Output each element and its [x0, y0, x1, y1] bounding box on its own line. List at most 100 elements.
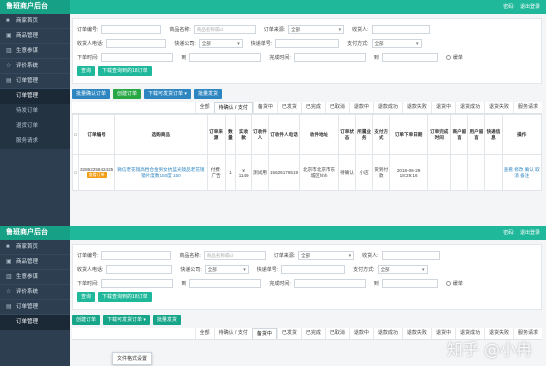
password-link[interactable]: 密码:	[503, 4, 514, 10]
col-merchant-msg: 商户留言	[450, 114, 469, 155]
express-no-label: 快递单号:	[250, 40, 273, 47]
download-shippable-button[interactable]: 下载可发货订单 ▾	[144, 89, 191, 99]
finish-time-end[interactable]	[381, 278, 438, 288]
tab-refund-failed[interactable]: 退款失败	[401, 102, 431, 113]
col-phone: 订收件人电话	[267, 114, 301, 155]
finish-time-start[interactable]	[293, 52, 366, 62]
download-query-button[interactable]: 下载查询到的18订单	[98, 292, 152, 302]
star-icon: ☆	[6, 63, 12, 69]
express-no-input[interactable]	[275, 38, 340, 48]
pay-method-select[interactable]: 全部	[371, 38, 422, 48]
sidebar-item-goods[interactable]: ▣ 商品管理	[0, 29, 70, 44]
order-no-input[interactable]	[101, 24, 162, 34]
receiver-input[interactable]	[371, 24, 430, 34]
tab-all[interactable]: 全部	[194, 328, 214, 339]
order-time-start[interactable]	[101, 52, 174, 62]
tab-returning[interactable]: 退货中	[430, 102, 455, 113]
tab-stocking[interactable]: 备货中	[251, 328, 277, 339]
main-content: 订单编号: 商品名称: 商品名称或id 订单来源: 全部 收货人: 收货人电话:…	[72, 18, 542, 191]
batch-ship-button[interactable]: 批量发货	[193, 89, 222, 99]
express-select[interactable]: 全部	[204, 264, 249, 274]
order-time-end[interactable]	[189, 278, 262, 288]
order-time-start[interactable]	[101, 278, 174, 288]
password-link[interactable]: 密码:	[503, 230, 514, 236]
tab-all[interactable]: 全部	[194, 102, 214, 113]
tab-refund-success[interactable]: 退款成功	[372, 328, 402, 339]
tab-refunding[interactable]: 退款中	[348, 328, 373, 339]
sidebar-item-label: 生意参谋	[16, 274, 39, 280]
cell-amount: ¥ 1149	[235, 154, 252, 191]
sidebar-sub-order-manage[interactable]: 订单管理	[0, 89, 70, 104]
order-time-end[interactable]	[189, 52, 262, 62]
batch-confirm-button[interactable]: 批量确认订单	[72, 89, 111, 99]
sidebar-item-home[interactable]: ■ 商家首页	[0, 240, 70, 255]
order-source-select[interactable]: 全部	[288, 24, 345, 34]
cell-goods[interactable]: 微信老花镜高档合金男女抗蓝光镜品老花镜镜片度数150度 150	[114, 154, 208, 191]
tab-pending-confirm[interactable]: 待确认 / 支付	[213, 328, 252, 339]
sidebar-sub-order-manage[interactable]: 订单管理	[0, 315, 70, 330]
tab-cancelled[interactable]: 已取消	[324, 328, 349, 339]
sidebar-item-review[interactable]: ☆ 评价系统	[0, 285, 70, 300]
query-button[interactable]: 查询	[77, 292, 96, 302]
receiver-phone-input[interactable]	[106, 264, 173, 274]
tab-refund-success[interactable]: 退款成功	[372, 102, 402, 113]
finish-time-end[interactable]	[381, 52, 438, 62]
col-amount: 实收款	[235, 114, 252, 155]
col-address: 收件地址	[299, 114, 340, 155]
top-pane: 鲁班商户后台 密码: 退出登录 ■ 商家首页 ▣ 商品管理 ▥ 生意参谋 ☆ 评价系统 …	[0, 0, 546, 226]
download-query-button[interactable]: 下载查询到的18订单	[98, 66, 152, 76]
logout-link[interactable]: 退出登录	[520, 230, 540, 236]
sidebar-sub-pending[interactable]: 待发订单	[0, 104, 70, 119]
sidebar-item-analytics[interactable]: ▥ 生意参谋	[0, 270, 70, 285]
express-select[interactable]: 全部	[198, 38, 243, 48]
query-button[interactable]: 查询	[77, 66, 96, 76]
receiver-phone-input[interactable]	[106, 38, 167, 48]
tab-cancelled[interactable]: 已取消	[324, 102, 349, 113]
create-order-button[interactable]: 创建订单	[72, 315, 101, 325]
risk-radio[interactable]	[445, 280, 451, 286]
sidebar-item-goods[interactable]: ▣ 商品管理	[0, 255, 70, 270]
order-icon: ▤	[6, 78, 12, 84]
goods-name-input[interactable]: 商品名称或id	[193, 24, 256, 34]
tab-refund-failed[interactable]: 退款失败	[401, 328, 431, 339]
pay-method-select[interactable]: 全部	[377, 264, 428, 274]
finish-time-start[interactable]	[293, 278, 366, 288]
tab-shipped[interactable]: 已发货	[276, 328, 301, 339]
file-format-settings-item[interactable]: 文件格式设置	[117, 356, 147, 362]
order-no-input[interactable]	[101, 250, 172, 260]
sidebar-item-orders[interactable]: ▤ 订单管理	[0, 74, 70, 89]
sidebar-item-orders[interactable]: ▤ 订单管理	[0, 300, 70, 315]
tab-return-success[interactable]: 退货成功	[454, 102, 484, 113]
tab-return-failed[interactable]: 退货失败	[483, 102, 513, 113]
tab-refunding[interactable]: 退款中	[348, 102, 373, 113]
order-no-label: 订单编号:	[77, 26, 99, 33]
cell-address: 北京市北京市东城区hhh	[299, 154, 340, 191]
cell-ops[interactable]: 查看 修改 确认 取消 备注	[501, 154, 542, 191]
order-time-label: 下单时间:	[77, 280, 99, 287]
tab-service[interactable]: 服务请求	[512, 102, 542, 113]
goods-icon: ▣	[6, 259, 12, 265]
receiver-input[interactable]	[381, 250, 440, 260]
sidebar-item-review[interactable]: ☆ 评价系统	[0, 59, 70, 74]
goods-icon: ▣	[6, 33, 12, 39]
tab-stocking[interactable]: 备货中	[252, 102, 277, 113]
tab-completed[interactable]: 已完成	[300, 102, 325, 113]
sidebar-item-analytics[interactable]: ▥ 生意参谋	[0, 44, 70, 59]
sidebar-sub-service[interactable]: 服务请求	[0, 134, 70, 149]
col-express: 快递信息	[484, 114, 503, 155]
batch-ship-button[interactable]: 批量发货	[152, 315, 181, 325]
order-source-select[interactable]: 全部	[298, 250, 355, 260]
chart-icon: ▥	[6, 274, 12, 280]
risk-radio[interactable]	[445, 54, 451, 60]
logout-link[interactable]: 退出登录	[520, 4, 540, 10]
goods-name-input[interactable]: 商品名称或id	[203, 250, 266, 260]
tab-pending-confirm[interactable]: 待确认 / 支付	[213, 102, 253, 113]
sidebar-sub-returns[interactable]: 退货订单	[0, 119, 70, 134]
express-no-input[interactable]	[281, 264, 346, 274]
sidebar-item-home[interactable]: ■ 商家首页	[0, 14, 70, 29]
download-shippable-button[interactable]: 下载可发货订单 ▾	[103, 315, 150, 325]
create-order-button[interactable]: 创建订单	[113, 89, 142, 99]
tab-completed[interactable]: 已完成	[300, 328, 325, 339]
tab-shipped[interactable]: 已发货	[276, 102, 301, 113]
table-header-row: □ 订单编号 选购商品 订单来源 数量 实收款 订收件人 订收件人电话 收件地址…	[72, 114, 542, 155]
